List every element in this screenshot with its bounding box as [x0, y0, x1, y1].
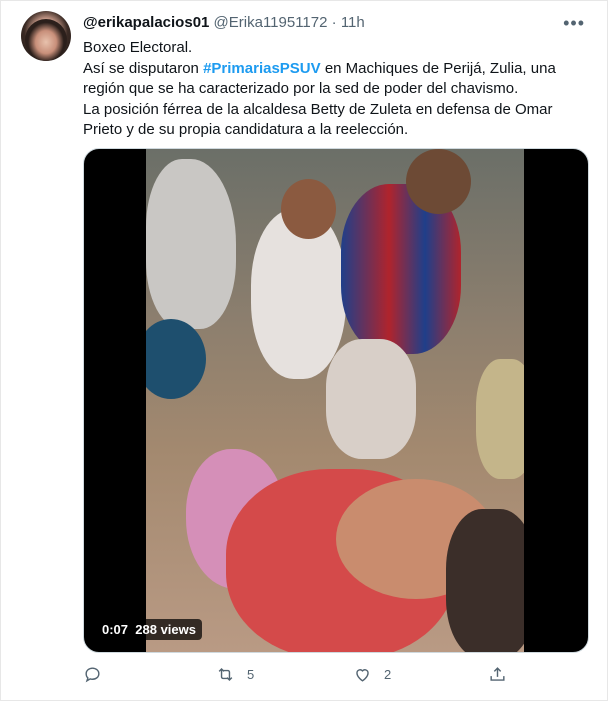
display-name[interactable]: @erikapalacios01 — [83, 14, 209, 31]
like-icon — [356, 669, 369, 682]
tweet-line-3: La posición férrea de la alcaldesa Betty… — [83, 100, 553, 139]
video-player[interactable]: 0:07 288 views — [83, 148, 589, 653]
user-handle[interactable]: @Erika11951172 — [214, 14, 328, 31]
text-before-hashtag: Así se disputaron — [83, 59, 204, 77]
retweet-icon — [218, 667, 233, 682]
tweet-line-2: Así se disputaron #PrimariasPSUV en Mach… — [83, 59, 583, 100]
hashtag-link[interactable]: #PrimariasPSUV — [203, 60, 321, 77]
share-button[interactable] — [488, 665, 519, 684]
video-duration: 0:07 — [102, 622, 129, 637]
video-stats-badge: 0:07 288 views — [96, 619, 202, 640]
tweet-line-1: Boxeo Electoral. — [83, 39, 193, 56]
like-button[interactable]: 2 — [353, 665, 391, 684]
tweet-actions: 5 2 — [83, 665, 513, 687]
retweet-button[interactable]: 5 — [216, 665, 254, 684]
retweet-count: 5 — [247, 667, 255, 682]
separator-dot: · — [331, 14, 337, 31]
share-icon — [490, 667, 505, 681]
reply-icon — [85, 667, 100, 683]
avatar[interactable] — [21, 11, 71, 61]
reply-button[interactable] — [83, 665, 114, 684]
tweet-card: @erikapalacios01 @Erika11951172 · 11h ••… — [0, 0, 608, 701]
video-frame — [146, 149, 524, 652]
video-views: 288 views — [135, 622, 196, 637]
like-count: 2 — [384, 667, 392, 682]
more-icon[interactable]: ••• — [563, 13, 585, 34]
tweet-header: @erikapalacios01 @Erika11951172 · 11h — [83, 14, 365, 31]
tweet-text: Boxeo Electoral. Así se disputaron #Prim… — [83, 38, 583, 141]
timestamp[interactable]: 11h — [341, 14, 365, 31]
